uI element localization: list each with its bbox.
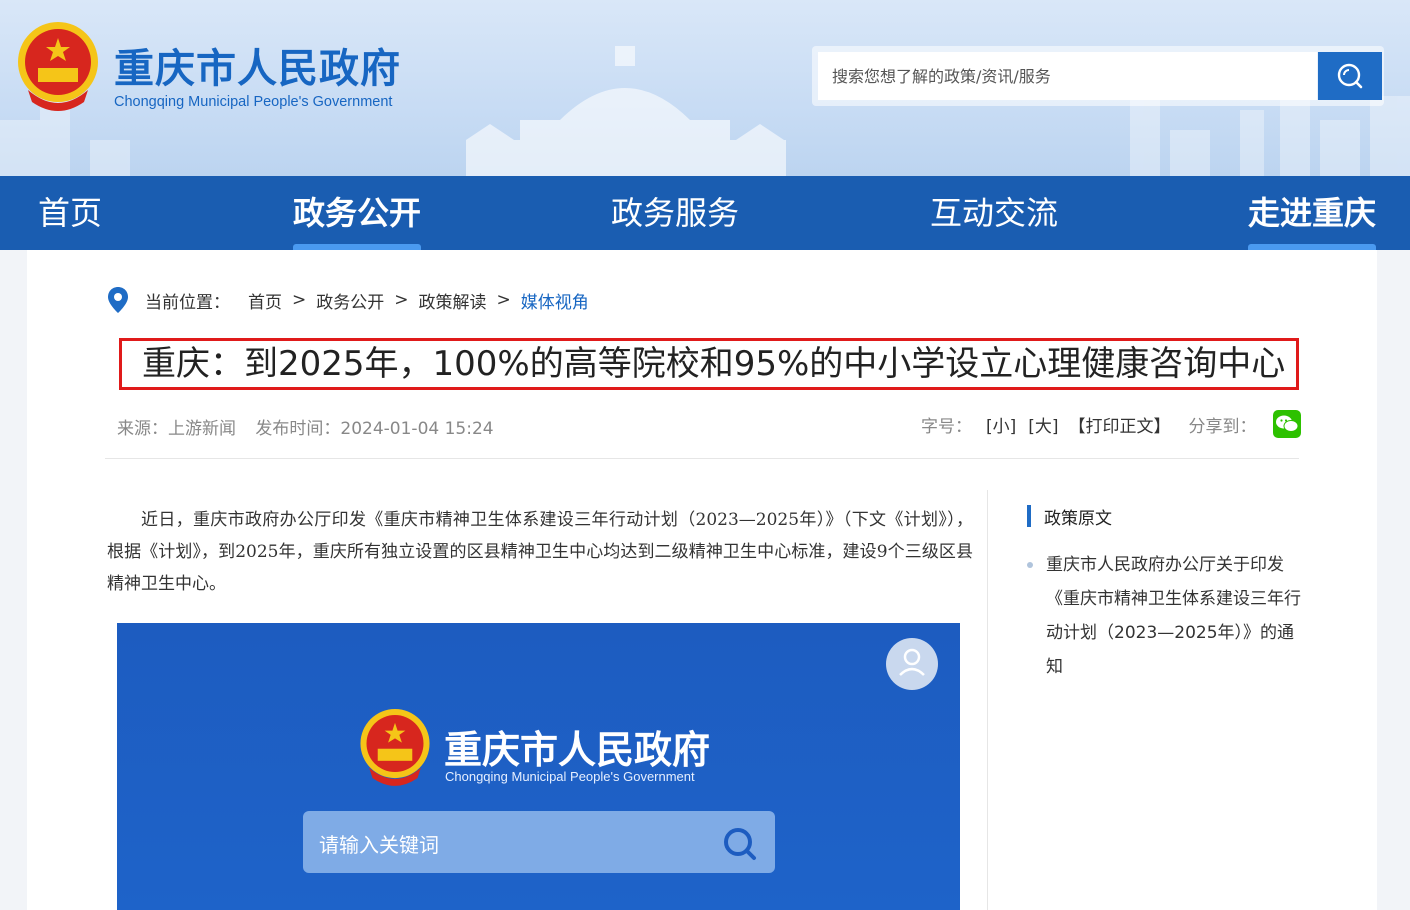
image-search-placeholder: 请输入关键词	[319, 833, 439, 857]
wechat-share-icon[interactable]	[1272, 410, 1301, 438]
article-card: 当前位置： 首页 > 政务公开 > 政策解读 > 媒体视角 重庆：到2025年，…	[27, 250, 1377, 910]
search-input[interactable]	[818, 52, 1317, 100]
nav-item-interaction[interactable]: 互动交流	[930, 176, 1058, 250]
image-site-subtitle: Chongqing Municipal People's Government	[445, 769, 695, 784]
share-label: 分享到：	[1188, 416, 1257, 437]
search-icon	[1337, 63, 1363, 89]
article-image: 重庆市人民政府 Chongqing Municipal People's Gov…	[117, 623, 960, 910]
image-search-bar: 请输入关键词	[303, 811, 775, 873]
print-button[interactable]: 【打印正文】	[1069, 412, 1171, 437]
header-search	[812, 46, 1384, 106]
breadcrumb-government-affairs[interactable]: 政务公开	[316, 288, 384, 313]
nav-item-label: 政务服务	[611, 194, 740, 232]
nav-item-label: 政务公开	[293, 194, 422, 232]
nav-item-home[interactable]: 首页	[38, 176, 102, 250]
national-emblem-logo	[18, 22, 98, 111]
breadcrumb-policy-interpretation[interactable]: 政策解读	[419, 288, 487, 313]
breadcrumb: 当前位置： 首页 > 政务公开 > 政策解读 > 媒体视角	[107, 286, 589, 314]
search-button[interactable]	[1318, 52, 1382, 100]
main-nav: 首页 政务公开 政务服务 互动交流 走进重庆	[0, 176, 1410, 250]
article-publish-time: 发布时间：2024-01-04 15:24	[255, 419, 494, 439]
national-emblem-logo	[360, 709, 430, 786]
article-tools: 字号： [小] [大] 【打印正文】 分享到：	[921, 410, 1301, 438]
font-size-label: 字号：	[921, 416, 972, 437]
list-bullet	[1027, 562, 1033, 568]
location-pin-icon	[108, 287, 128, 313]
font-small-button[interactable]: [小]	[986, 412, 1016, 437]
site-title: 重庆市人民政府	[114, 46, 401, 92]
sidebar-heading: 政策原文	[1027, 504, 1112, 529]
breadcrumb-separator: >	[292, 290, 307, 310]
nav-item-about-chongqing[interactable]: 走进重庆	[1248, 176, 1377, 250]
sidebar-divider	[987, 490, 988, 910]
breadcrumb-separator: >	[394, 290, 409, 310]
user-accessibility-icon	[886, 638, 938, 690]
image-site-title: 重庆市人民政府	[444, 728, 711, 772]
sidebar-policy-link[interactable]: 重庆市人民政府办公厅关于印发《重庆市精神卫生体系建设三年行动计划（2023—20…	[1046, 548, 1308, 684]
site-subtitle: Chongqing Municipal People's Government	[114, 94, 393, 110]
article-source: 来源：上游新闻	[117, 419, 236, 439]
nav-item-government-affairs-open[interactable]: 政务公开	[293, 176, 422, 250]
breadcrumb-prefix: 当前位置：	[145, 292, 230, 313]
article-meta: 来源：上游新闻 发布时间：2024-01-04 15:24	[117, 414, 508, 439]
nav-item-label: 走进重庆	[1248, 194, 1377, 232]
article-body-paragraph: 近日，重庆市政府办公厅印发《重庆市精神卫生体系建设三年行动计划（2023—202…	[107, 510, 973, 594]
breadcrumb-media-perspective[interactable]: 媒体视角	[521, 288, 589, 313]
meta-divider	[105, 458, 1299, 459]
nav-item-label: 互动交流	[930, 194, 1059, 232]
nav-item-government-services[interactable]: 政务服务	[611, 176, 739, 250]
font-large-button[interactable]: [大]	[1028, 412, 1058, 437]
article-title: 重庆：到2025年，100%的高等院校和95%的中小学设立心理健康咨询中心	[119, 338, 1299, 390]
site-header: 重庆市人民政府 Chongqing Municipal People's Gov…	[0, 0, 1410, 176]
nav-item-label: 首页	[38, 194, 103, 232]
breadcrumb-separator: >	[496, 290, 511, 310]
breadcrumb-home[interactable]: 首页	[248, 288, 282, 313]
search-icon	[724, 828, 756, 860]
